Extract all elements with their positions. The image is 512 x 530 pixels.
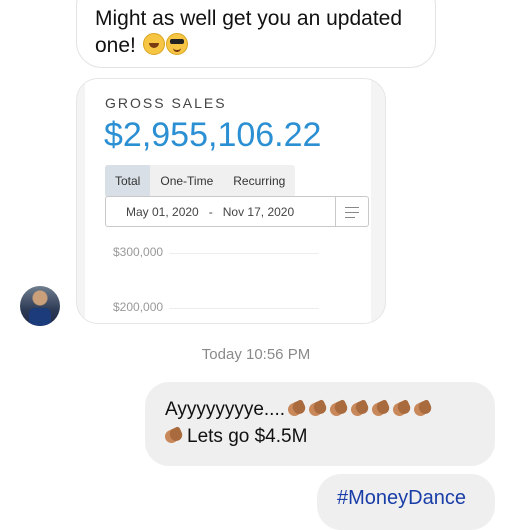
tab-one-time: One-Time <box>160 174 214 188</box>
hashtag-link[interactable]: #MoneyDance <box>337 487 466 509</box>
sales-screenshot: GROSS SALES $2,955,106.22 Total One-Time… <box>85 79 371 323</box>
clapping-hands-icon <box>393 400 411 417</box>
date-end: Nov 17, 2020 <box>222 205 295 219</box>
sales-tabs: Total One-Time Recurring <box>105 165 296 197</box>
clapping-hands-icon <box>309 400 327 417</box>
tab-recurring: Recurring <box>233 174 286 188</box>
clapping-hands-icon <box>351 400 369 417</box>
clapping-hands-icon <box>165 427 183 444</box>
clapping-hands-icon <box>330 400 348 417</box>
incoming-message-bubble[interactable]: Might as well get you an updated one! <box>76 0 436 68</box>
message-text-a: Ayyyyyyyye.... <box>165 399 286 420</box>
date-separator: - <box>208 205 213 219</box>
message-text-line1: Might as well get you an updated <box>95 7 403 30</box>
message-text-line2: one! <box>95 34 136 57</box>
tab-total: Total <box>105 165 151 197</box>
gross-sales-value: $2,955,106.22 <box>104 116 322 154</box>
date-range-text: May 01, 2020 - Nov 17, 2020 <box>126 205 294 219</box>
sender-avatar[interactable] <box>20 286 60 326</box>
outgoing-message-bubble[interactable]: #MoneyDance <box>317 474 495 530</box>
clapping-hands-icon <box>288 400 306 417</box>
date-range-field: May 01, 2020 - Nov 17, 2020 <box>105 196 369 227</box>
gridline <box>169 308 319 309</box>
y-axis-label-200k: $200,000 <box>113 300 164 314</box>
clapping-hands-icon <box>414 400 432 417</box>
outgoing-message-bubble[interactable]: Ayyyyyyyye.... Lets go $4.5M <box>145 382 495 466</box>
y-axis-label-300k: $300,000 <box>113 245 164 259</box>
filter-icon <box>335 197 368 226</box>
message-text-b: Lets go $4.5M <box>187 426 308 447</box>
clapping-hands-icon <box>372 400 390 417</box>
gross-sales-label: GROSS SALES <box>105 95 227 111</box>
date-start: May 01, 2020 <box>126 205 199 219</box>
gridline <box>169 253 319 254</box>
incoming-image-bubble[interactable]: GROSS SALES $2,955,106.22 Total One-Time… <box>76 78 386 324</box>
laughing-crying-icon <box>142 33 165 55</box>
sunglasses-icon <box>165 33 188 55</box>
message-timestamp: Today 10:56 PM <box>201 346 311 363</box>
